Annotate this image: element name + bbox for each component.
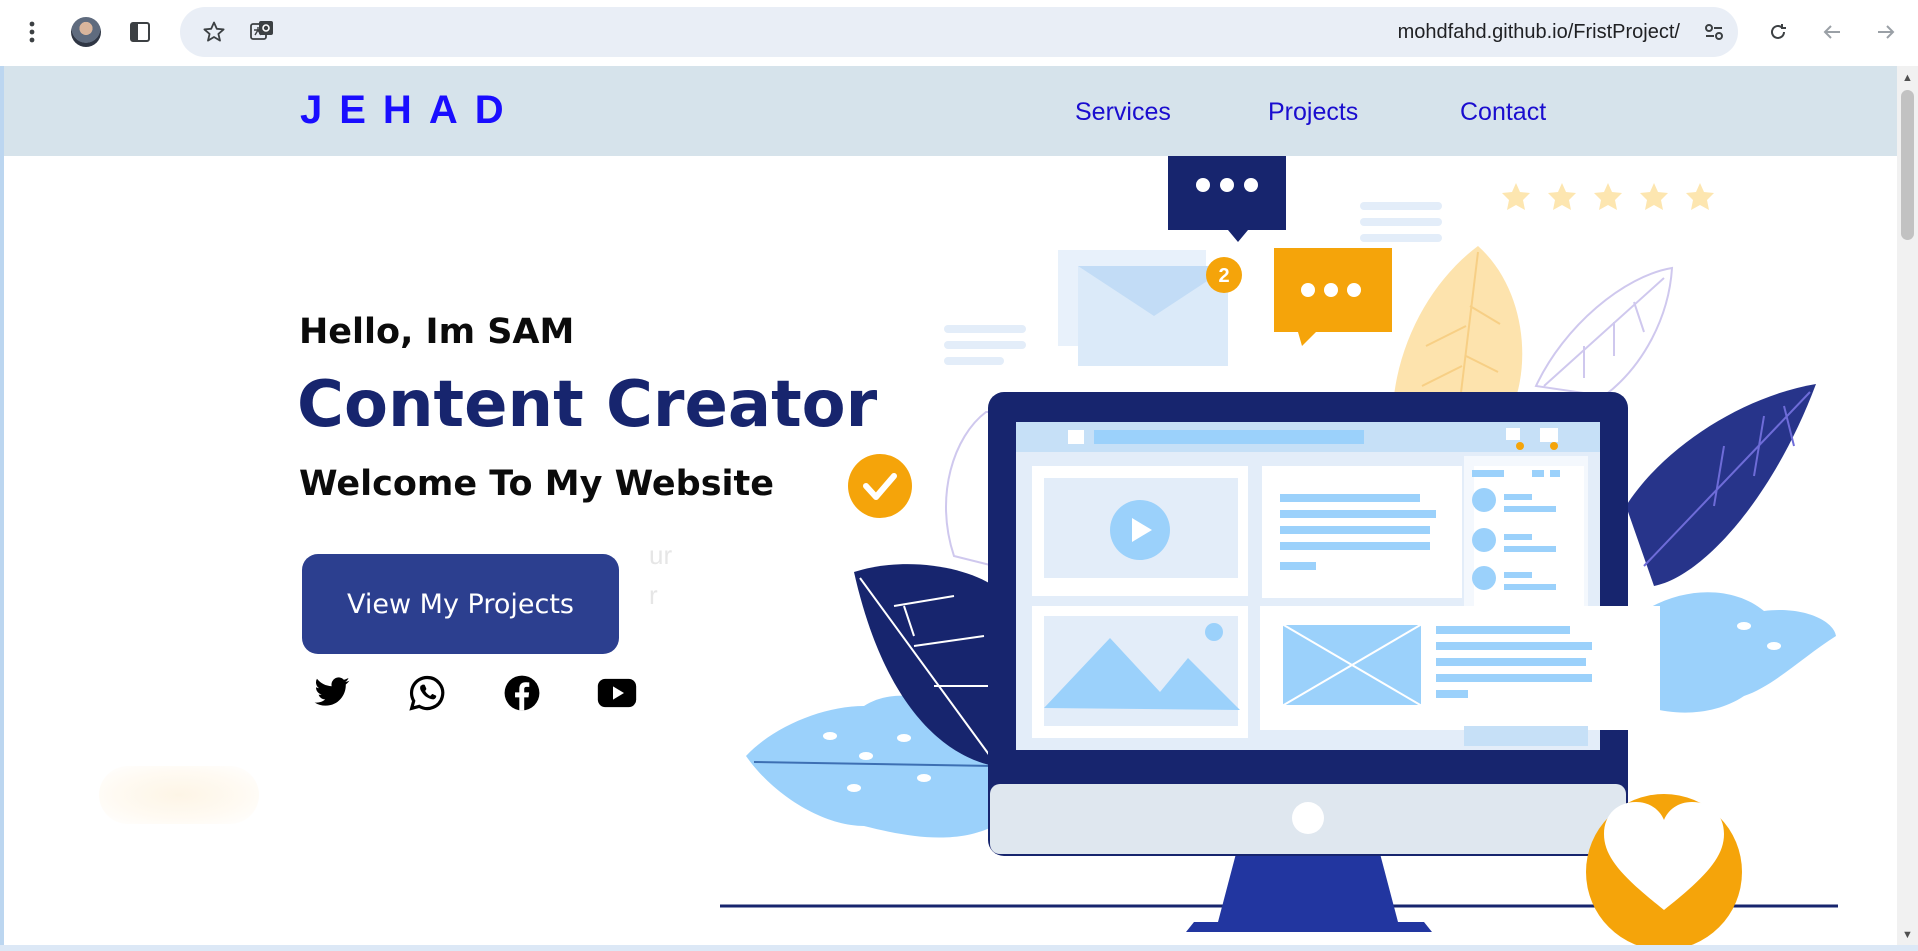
hero-subtitle: Welcome To My Website — [299, 464, 775, 504]
hero-illustration: 2 — [720, 156, 1838, 945]
desktop-monitor-illustration — [988, 392, 1660, 856]
page-scrollbar[interactable]: ▲ ▼ — [1897, 66, 1918, 945]
faded-text: ur — [649, 540, 673, 570]
twitter-icon[interactable] — [310, 671, 354, 715]
nav-link-contact[interactable]: Contact — [1460, 98, 1546, 127]
scrollbar-thumb[interactable] — [1901, 90, 1914, 240]
hero-title: Content Creator — [297, 368, 878, 442]
side-panel-icon[interactable] — [122, 14, 158, 50]
bookmark-star-icon[interactable] — [196, 14, 232, 50]
nav-link-projects[interactable]: Projects — [1268, 98, 1358, 127]
whatsapp-icon[interactable] — [405, 671, 449, 715]
scroll-up-icon[interactable]: ▲ — [1902, 72, 1913, 84]
youtube-icon[interactable] — [595, 671, 639, 715]
chat-bubble-icon — [1168, 156, 1286, 242]
profile-avatar[interactable] — [71, 17, 101, 47]
notification-badge: 2 — [1218, 265, 1229, 287]
site-settings-icon[interactable] — [1696, 14, 1732, 50]
rating-stars-icon — [1502, 183, 1714, 210]
hero-greeting: Hello, Im SAM — [299, 312, 575, 352]
check-circle-icon — [848, 454, 912, 518]
back-icon[interactable] — [1814, 14, 1850, 50]
orange-chat-bubble-icon — [1274, 248, 1392, 346]
scroll-down-icon[interactable]: ▼ — [1902, 929, 1913, 941]
translate-icon[interactable] — [244, 14, 280, 50]
browser-toolbar: mohdfahd.github.io/FristProject/ — [0, 0, 1918, 66]
url-text[interactable]: mohdfahd.github.io/FristProject/ — [1398, 21, 1680, 44]
view-projects-button[interactable]: View My Projects — [302, 554, 619, 654]
faded-text: r — [649, 580, 658, 610]
mail-envelope-icon: 2 — [1058, 250, 1242, 366]
reload-icon[interactable] — [1760, 14, 1796, 50]
forward-icon[interactable] — [1868, 14, 1904, 50]
bottom-edge — [0, 945, 1918, 951]
nav-link-services[interactable]: Services — [1075, 98, 1171, 127]
facebook-icon[interactable] — [500, 671, 544, 715]
page-viewport: 2 JEHAD Services Projects Contact Hello,… — [0, 66, 1897, 945]
heart-badge-icon — [1586, 794, 1742, 945]
address-bar[interactable]: mohdfahd.github.io/FristProject/ — [180, 7, 1738, 57]
site-logo[interactable]: JEHAD — [300, 88, 521, 133]
site-navbar: JEHAD Services Projects Contact — [4, 66, 1897, 156]
decorative-blur — [99, 766, 259, 824]
more-vert-icon[interactable] — [14, 14, 50, 50]
